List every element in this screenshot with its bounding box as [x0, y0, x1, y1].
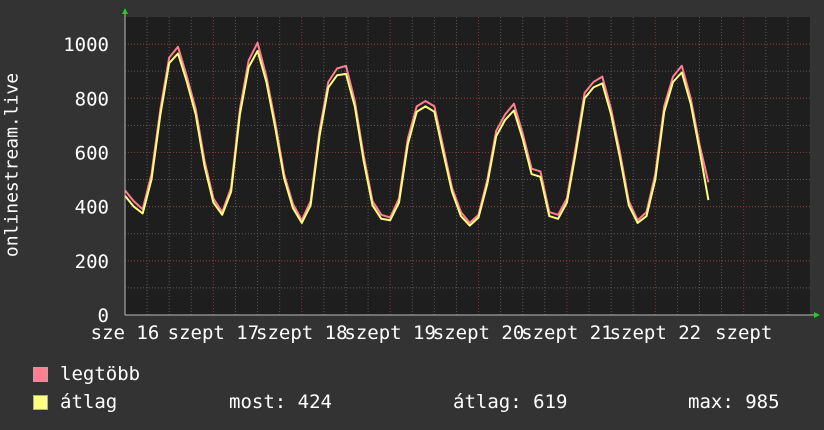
- y-tick-label: 200: [75, 251, 109, 273]
- legend-swatch-avg: [33, 394, 48, 410]
- legend-swatch-max: [33, 366, 48, 382]
- x-tick-label: szept 22: [610, 322, 702, 344]
- y-tick-label: 800: [75, 88, 109, 110]
- legend-item-avg: átlag: [33, 391, 117, 413]
- stat-current: most: 424: [229, 391, 332, 413]
- x-tick-label: szept 20: [433, 322, 525, 344]
- x-tick-label: szept 17: [168, 322, 260, 344]
- x-tick-label: szept 21: [521, 322, 613, 344]
- legend-label-max: legtöbb: [60, 363, 141, 385]
- chart-svg: 02004006008001000sze 16 szept 17szept 18s…: [63, 8, 820, 344]
- y-tick-label: 400: [75, 197, 109, 219]
- x-axis-arrow: [814, 312, 820, 318]
- y-tick-label: 600: [75, 142, 109, 164]
- stat-max: max: 985: [688, 391, 780, 413]
- x-tick-label: sze 16: [91, 322, 160, 344]
- x-tick-label: szept 18: [256, 322, 348, 344]
- x-tick-label: szept 19: [344, 322, 436, 344]
- y-axis-arrow: [122, 8, 128, 14]
- stat-average: átlag: 619: [453, 391, 568, 413]
- x-tick-label: szept: [715, 322, 772, 344]
- y-tick-label: 1000: [63, 34, 109, 56]
- y-axis-label: onlinestream.live: [1, 72, 23, 258]
- plot-area: [125, 17, 810, 315]
- legend-label-avg: átlag: [60, 391, 118, 413]
- legend-item-max: legtöbb: [33, 363, 140, 385]
